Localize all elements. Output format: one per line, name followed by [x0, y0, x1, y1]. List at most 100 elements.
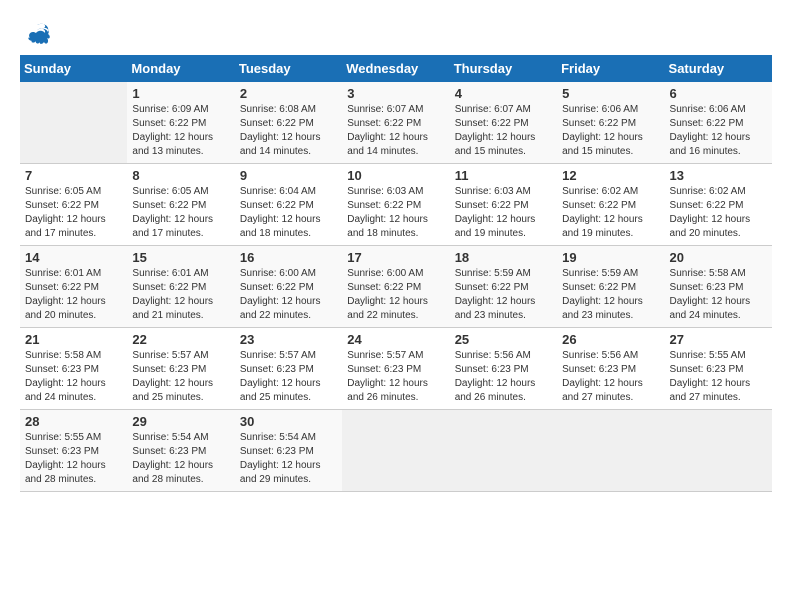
day-number: 4	[455, 86, 552, 101]
day-info: Sunrise: 6:05 AM Sunset: 6:22 PM Dayligh…	[25, 185, 122, 241]
day-info: Sunrise: 6:08 AM Sunset: 6:22 PM Dayligh…	[240, 103, 337, 159]
day-info: Sunrise: 6:05 AM Sunset: 6:22 PM Dayligh…	[132, 185, 229, 241]
calendar-cell: 26 Sunrise: 5:56 AM Sunset: 6:23 PM Dayli…	[557, 328, 664, 410]
calendar-cell: 13 Sunrise: 6:02 AM Sunset: 6:22 PM Dayli…	[665, 164, 772, 246]
day-number: 5	[562, 86, 659, 101]
day-number: 23	[240, 332, 337, 347]
day-info: Sunrise: 5:58 AM Sunset: 6:23 PM Dayligh…	[25, 349, 122, 405]
day-info: Sunrise: 5:59 AM Sunset: 6:22 PM Dayligh…	[455, 267, 552, 323]
day-info: Sunrise: 5:57 AM Sunset: 6:23 PM Dayligh…	[240, 349, 337, 405]
day-info: Sunrise: 5:57 AM Sunset: 6:23 PM Dayligh…	[347, 349, 444, 405]
calendar-cell: 9 Sunrise: 6:04 AM Sunset: 6:22 PM Daylig…	[235, 164, 342, 246]
day-info: Sunrise: 5:55 AM Sunset: 6:23 PM Dayligh…	[25, 431, 122, 487]
calendar-cell: 30 Sunrise: 5:54 AM Sunset: 6:23 PM Dayli…	[235, 410, 342, 492]
logo	[20, 20, 52, 45]
day-number: 16	[240, 250, 337, 265]
calendar-week-5: 28 Sunrise: 5:55 AM Sunset: 6:23 PM Dayli…	[20, 410, 772, 492]
day-number: 30	[240, 414, 337, 429]
day-info: Sunrise: 5:56 AM Sunset: 6:23 PM Dayligh…	[562, 349, 659, 405]
day-info: Sunrise: 6:06 AM Sunset: 6:22 PM Dayligh…	[562, 103, 659, 159]
day-info: Sunrise: 5:54 AM Sunset: 6:23 PM Dayligh…	[132, 431, 229, 487]
calendar-cell: 20 Sunrise: 5:58 AM Sunset: 6:23 PM Dayli…	[665, 246, 772, 328]
calendar-week-2: 7Sunrise: 6:05 AM Sunset: 6:22 PM Daylig…	[20, 164, 772, 246]
calendar-header-monday: Monday	[127, 55, 234, 82]
calendar-cell: 12Sunrise: 6:02 AM Sunset: 6:22 PM Dayli…	[557, 164, 664, 246]
day-number: 17	[347, 250, 444, 265]
calendar-week-4: 21 Sunrise: 5:58 AM Sunset: 6:23 PM Dayli…	[20, 328, 772, 410]
calendar-week-3: 14 Sunrise: 6:01 AM Sunset: 6:22 PM Dayli…	[20, 246, 772, 328]
day-info: Sunrise: 6:06 AM Sunset: 6:22 PM Dayligh…	[670, 103, 767, 159]
day-number: 13	[670, 168, 767, 183]
calendar-cell: 25 Sunrise: 5:56 AM Sunset: 6:23 PM Dayli…	[450, 328, 557, 410]
calendar-cell	[557, 410, 664, 492]
day-number: 25	[455, 332, 552, 347]
day-info: Sunrise: 5:58 AM Sunset: 6:23 PM Dayligh…	[670, 267, 767, 323]
calendar-cell: 6 Sunrise: 6:06 AM Sunset: 6:22 PM Daylig…	[665, 82, 772, 164]
day-info: Sunrise: 6:03 AM Sunset: 6:22 PM Dayligh…	[347, 185, 444, 241]
day-info: Sunrise: 5:57 AM Sunset: 6:23 PM Dayligh…	[132, 349, 229, 405]
day-info: Sunrise: 5:56 AM Sunset: 6:23 PM Dayligh…	[455, 349, 552, 405]
calendar-cell: 16 Sunrise: 6:00 AM Sunset: 6:22 PM Dayli…	[235, 246, 342, 328]
calendar-header-saturday: Saturday	[665, 55, 772, 82]
calendar-cell: 7Sunrise: 6:05 AM Sunset: 6:22 PM Daylig…	[20, 164, 127, 246]
calendar-cell: 4 Sunrise: 6:07 AM Sunset: 6:22 PM Daylig…	[450, 82, 557, 164]
calendar-header-tuesday: Tuesday	[235, 55, 342, 82]
calendar-table: SundayMondayTuesdayWednesdayThursdayFrid…	[20, 55, 772, 492]
day-number: 10	[347, 168, 444, 183]
calendar-cell: 23 Sunrise: 5:57 AM Sunset: 6:23 PM Dayli…	[235, 328, 342, 410]
day-number: 11	[455, 168, 552, 183]
calendar-cell: 11 Sunrise: 6:03 AM Sunset: 6:22 PM Dayli…	[450, 164, 557, 246]
day-number: 8	[132, 168, 229, 183]
day-number: 12	[562, 168, 659, 183]
calendar-cell: 21 Sunrise: 5:58 AM Sunset: 6:23 PM Dayli…	[20, 328, 127, 410]
day-number: 28	[25, 414, 122, 429]
calendar-cell: 28 Sunrise: 5:55 AM Sunset: 6:23 PM Dayli…	[20, 410, 127, 492]
day-info: Sunrise: 6:07 AM Sunset: 6:22 PM Dayligh…	[347, 103, 444, 159]
day-number: 14	[25, 250, 122, 265]
calendar-cell: 8 Sunrise: 6:05 AM Sunset: 6:22 PM Daylig…	[127, 164, 234, 246]
calendar-cell: 24Sunrise: 5:57 AM Sunset: 6:23 PM Dayli…	[342, 328, 449, 410]
calendar-header-thursday: Thursday	[450, 55, 557, 82]
calendar-cell	[20, 82, 127, 164]
day-number: 6	[670, 86, 767, 101]
calendar-cell: 29 Sunrise: 5:54 AM Sunset: 6:23 PM Dayli…	[127, 410, 234, 492]
calendar-cell: 14 Sunrise: 6:01 AM Sunset: 6:22 PM Dayli…	[20, 246, 127, 328]
calendar-cell: 15 Sunrise: 6:01 AM Sunset: 6:22 PM Dayli…	[127, 246, 234, 328]
day-info: Sunrise: 6:01 AM Sunset: 6:22 PM Dayligh…	[132, 267, 229, 323]
day-number: 21	[25, 332, 122, 347]
day-number: 3	[347, 86, 444, 101]
calendar-cell	[665, 410, 772, 492]
page-header	[20, 20, 772, 45]
day-number: 29	[132, 414, 229, 429]
calendar-header-wednesday: Wednesday	[342, 55, 449, 82]
day-number: 26	[562, 332, 659, 347]
day-number: 19	[562, 250, 659, 265]
calendar-cell: 19 Sunrise: 5:59 AM Sunset: 6:22 PM Dayli…	[557, 246, 664, 328]
day-info: Sunrise: 6:07 AM Sunset: 6:22 PM Dayligh…	[455, 103, 552, 159]
calendar-cell: 27Sunrise: 5:55 AM Sunset: 6:23 PM Dayli…	[665, 328, 772, 410]
calendar-cell: 22Sunrise: 5:57 AM Sunset: 6:23 PM Dayli…	[127, 328, 234, 410]
day-info: Sunrise: 6:00 AM Sunset: 6:22 PM Dayligh…	[347, 267, 444, 323]
day-info: Sunrise: 6:04 AM Sunset: 6:22 PM Dayligh…	[240, 185, 337, 241]
calendar-header-friday: Friday	[557, 55, 664, 82]
day-number: 20	[670, 250, 767, 265]
day-number: 27	[670, 332, 767, 347]
calendar-week-1: 1Sunrise: 6:09 AM Sunset: 6:22 PM Daylig…	[20, 82, 772, 164]
calendar-cell: 18Sunrise: 5:59 AM Sunset: 6:22 PM Dayli…	[450, 246, 557, 328]
day-number: 9	[240, 168, 337, 183]
logo-bird-icon	[22, 20, 52, 50]
day-info: Sunrise: 5:54 AM Sunset: 6:23 PM Dayligh…	[240, 431, 337, 487]
day-info: Sunrise: 6:03 AM Sunset: 6:22 PM Dayligh…	[455, 185, 552, 241]
calendar-cell: 2 Sunrise: 6:08 AM Sunset: 6:22 PM Daylig…	[235, 82, 342, 164]
day-info: Sunrise: 5:59 AM Sunset: 6:22 PM Dayligh…	[562, 267, 659, 323]
calendar-cell	[450, 410, 557, 492]
day-info: Sunrise: 6:02 AM Sunset: 6:22 PM Dayligh…	[670, 185, 767, 241]
day-info: Sunrise: 6:01 AM Sunset: 6:22 PM Dayligh…	[25, 267, 122, 323]
calendar-cell: 17 Sunrise: 6:00 AM Sunset: 6:22 PM Dayli…	[342, 246, 449, 328]
calendar-cell: 3 Sunrise: 6:07 AM Sunset: 6:22 PM Daylig…	[342, 82, 449, 164]
day-info: Sunrise: 6:00 AM Sunset: 6:22 PM Dayligh…	[240, 267, 337, 323]
calendar-header-sunday: Sunday	[20, 55, 127, 82]
calendar-cell	[342, 410, 449, 492]
day-number: 15	[132, 250, 229, 265]
day-number: 2	[240, 86, 337, 101]
